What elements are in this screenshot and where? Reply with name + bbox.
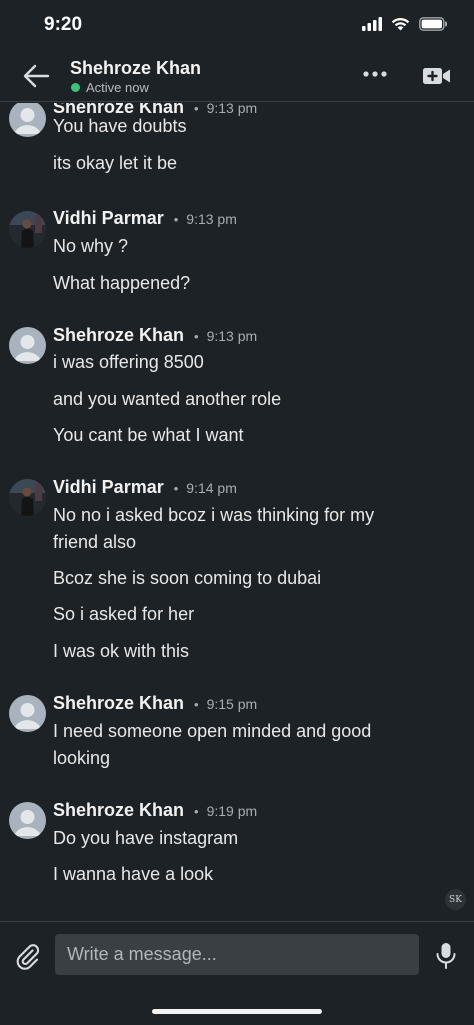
message-time: 9:15 pm bbox=[206, 696, 258, 712]
back-arrow-icon bbox=[23, 64, 50, 88]
battery-icon bbox=[419, 17, 447, 31]
status-icons bbox=[362, 17, 448, 31]
avatar[interactable] bbox=[9, 211, 46, 248]
message-time: 9:19 pm bbox=[206, 803, 258, 819]
message-list[interactable]: Shehroze Khan • 9:13 pm You have doubts … bbox=[0, 103, 474, 921]
sender-name[interactable]: Shehroze Khan bbox=[53, 693, 184, 714]
message-input[interactable] bbox=[55, 934, 419, 975]
voice-message-button[interactable] bbox=[435, 942, 457, 970]
sender-line: Shehroze Khan • 9:13 pm bbox=[53, 325, 258, 346]
sender-name[interactable]: Shehroze Khan bbox=[53, 325, 184, 346]
more-dots-icon bbox=[363, 71, 387, 77]
status-bar: 9:20 bbox=[0, 0, 474, 52]
wifi-icon bbox=[391, 17, 410, 31]
back-button[interactable] bbox=[20, 62, 52, 90]
message-text: Do you have instagram bbox=[53, 828, 239, 848]
avatar[interactable] bbox=[9, 479, 46, 516]
message-text: I was ok with this bbox=[53, 641, 190, 661]
online-indicator bbox=[71, 83, 80, 92]
avatar[interactable] bbox=[9, 802, 46, 839]
sender-line: Vidhi Parmar • 9:13 pm bbox=[53, 208, 237, 229]
message-time: 9:13 pm bbox=[206, 328, 258, 344]
contact-name[interactable]: Shehroze Khan bbox=[70, 58, 201, 79]
default-avatar-icon bbox=[14, 703, 41, 729]
message-text: You have doubts bbox=[53, 116, 187, 136]
home-indicator[interactable] bbox=[152, 1009, 322, 1014]
avatar[interactable] bbox=[9, 695, 46, 732]
message-text: I need someone open minded and good look… bbox=[53, 721, 372, 768]
message-text: and you wanted another role bbox=[53, 389, 282, 409]
default-avatar-icon bbox=[14, 810, 41, 836]
profile-photo-avatar bbox=[9, 479, 46, 516]
profile-photo-avatar bbox=[9, 211, 46, 248]
paperclip-icon bbox=[16, 944, 40, 970]
message-text: No why ? bbox=[53, 236, 129, 256]
avatar[interactable] bbox=[9, 103, 46, 137]
conversation-header: Shehroze Khan Active now bbox=[0, 52, 474, 102]
sender-line: Shehroze Khan • 9:19 pm bbox=[53, 800, 258, 821]
message-text: You cant be what I want bbox=[53, 425, 244, 445]
default-avatar-icon bbox=[14, 108, 41, 134]
status-time: 9:20 bbox=[44, 14, 83, 35]
message-text: So i asked for her bbox=[53, 604, 195, 624]
message-text: I wanna have a look bbox=[53, 864, 214, 884]
message-text: No no i asked bcoz i was thinking for my… bbox=[53, 505, 375, 552]
microphone-icon bbox=[436, 943, 456, 969]
presence-text: Active now bbox=[86, 80, 149, 95]
sender-name[interactable]: Shehroze Khan bbox=[53, 800, 184, 821]
sender-line: Vidhi Parmar • 9:14 pm bbox=[53, 477, 237, 498]
message-text: i was offering 8500 bbox=[53, 352, 204, 372]
message-text: What happened? bbox=[53, 273, 191, 293]
presence-status: Active now bbox=[71, 80, 149, 95]
video-call-button[interactable] bbox=[422, 64, 452, 88]
avatar[interactable] bbox=[9, 327, 46, 364]
default-avatar-icon bbox=[14, 335, 41, 361]
message-text: its okay let it be bbox=[53, 153, 178, 173]
message-time: 9:13 pm bbox=[186, 211, 237, 227]
sender-line: Shehroze Khan • 9:15 pm bbox=[53, 693, 258, 714]
message-time: 9:14 pm bbox=[186, 480, 237, 496]
seen-receipt-badge: SK bbox=[445, 889, 466, 910]
sender-name[interactable]: Vidhi Parmar bbox=[53, 208, 164, 229]
attach-button[interactable] bbox=[14, 942, 42, 970]
message-text: Bcoz she is soon coming to dubai bbox=[53, 568, 322, 588]
signal-icon bbox=[362, 17, 382, 31]
sender-name[interactable]: Vidhi Parmar bbox=[53, 477, 164, 498]
more-options-button[interactable] bbox=[362, 64, 388, 84]
video-call-icon bbox=[423, 68, 450, 84]
